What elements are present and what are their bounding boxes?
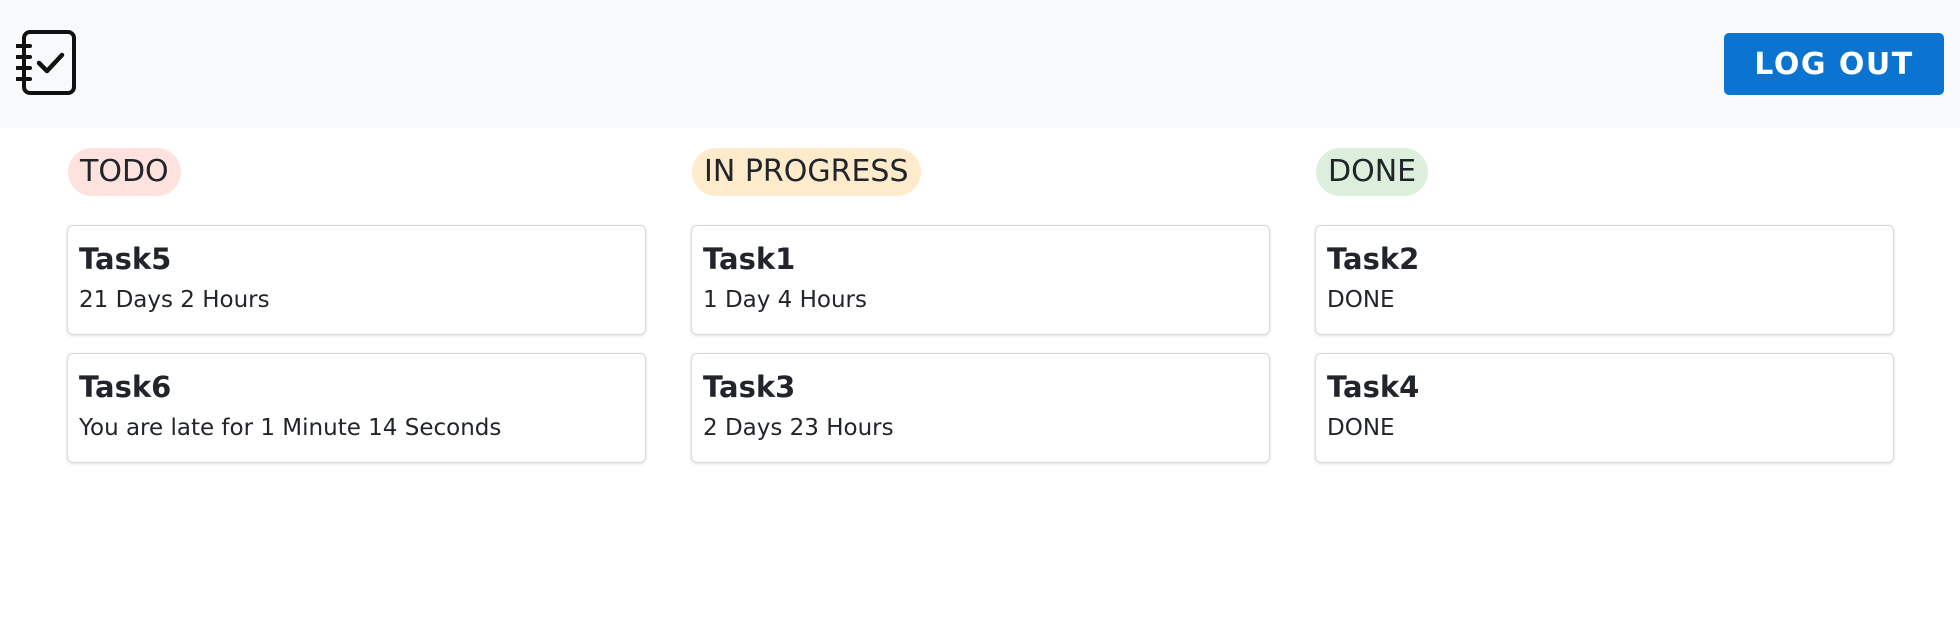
status-badge-todo: TODO — [68, 148, 181, 196]
task-card[interactable]: Task1 1 Day 4 Hours — [691, 225, 1270, 335]
column-in-progress: IN PROGRESS Task1 1 Day 4 Hours Task3 2 … — [691, 148, 1270, 463]
task-time-remaining: 2 Days 23 Hours — [703, 415, 894, 441]
task-title: Task6 — [79, 370, 172, 404]
task-title: Task5 — [79, 242, 172, 276]
card-list: Task5 21 Days 2 Hours Task6 You are late… — [67, 225, 646, 481]
task-status: DONE — [1327, 287, 1395, 313]
task-time-remaining: You are late for 1 Minute 14 Seconds — [79, 415, 502, 441]
task-card[interactable]: Task5 21 Days 2 Hours — [67, 225, 646, 335]
status-badge-done: DONE — [1316, 148, 1429, 196]
task-title: Task3 — [703, 370, 796, 404]
task-status: DONE — [1327, 415, 1395, 441]
task-card[interactable]: Task4 DONE — [1315, 353, 1894, 463]
task-time-remaining: 1 Day 4 Hours — [703, 287, 867, 313]
task-card[interactable]: Task3 2 Days 23 Hours — [691, 353, 1270, 463]
status-badge-in-progress: IN PROGRESS — [692, 148, 921, 196]
logout-button[interactable]: LOG OUT — [1724, 33, 1944, 95]
card-list: Task2 DONE Task4 DONE — [1315, 225, 1894, 481]
card-list: Task1 1 Day 4 Hours Task3 2 Days 23 Hour… — [691, 225, 1270, 481]
task-title: Task2 — [1327, 242, 1420, 276]
task-card[interactable]: Task2 DONE — [1315, 225, 1894, 335]
column-done: DONE Task2 DONE Task4 DONE — [1315, 148, 1894, 463]
navbar: LOG OUT — [0, 0, 1960, 128]
task-list-check-icon[interactable] — [16, 30, 78, 96]
task-card[interactable]: Task6 You are late for 1 Minute 14 Secon… — [67, 353, 646, 463]
task-time-remaining: 21 Days 2 Hours — [79, 287, 270, 313]
task-title: Task1 — [703, 242, 796, 276]
column-todo: TODO Task5 21 Days 2 Hours Task6 You are… — [67, 148, 646, 463]
task-title: Task4 — [1327, 370, 1420, 404]
